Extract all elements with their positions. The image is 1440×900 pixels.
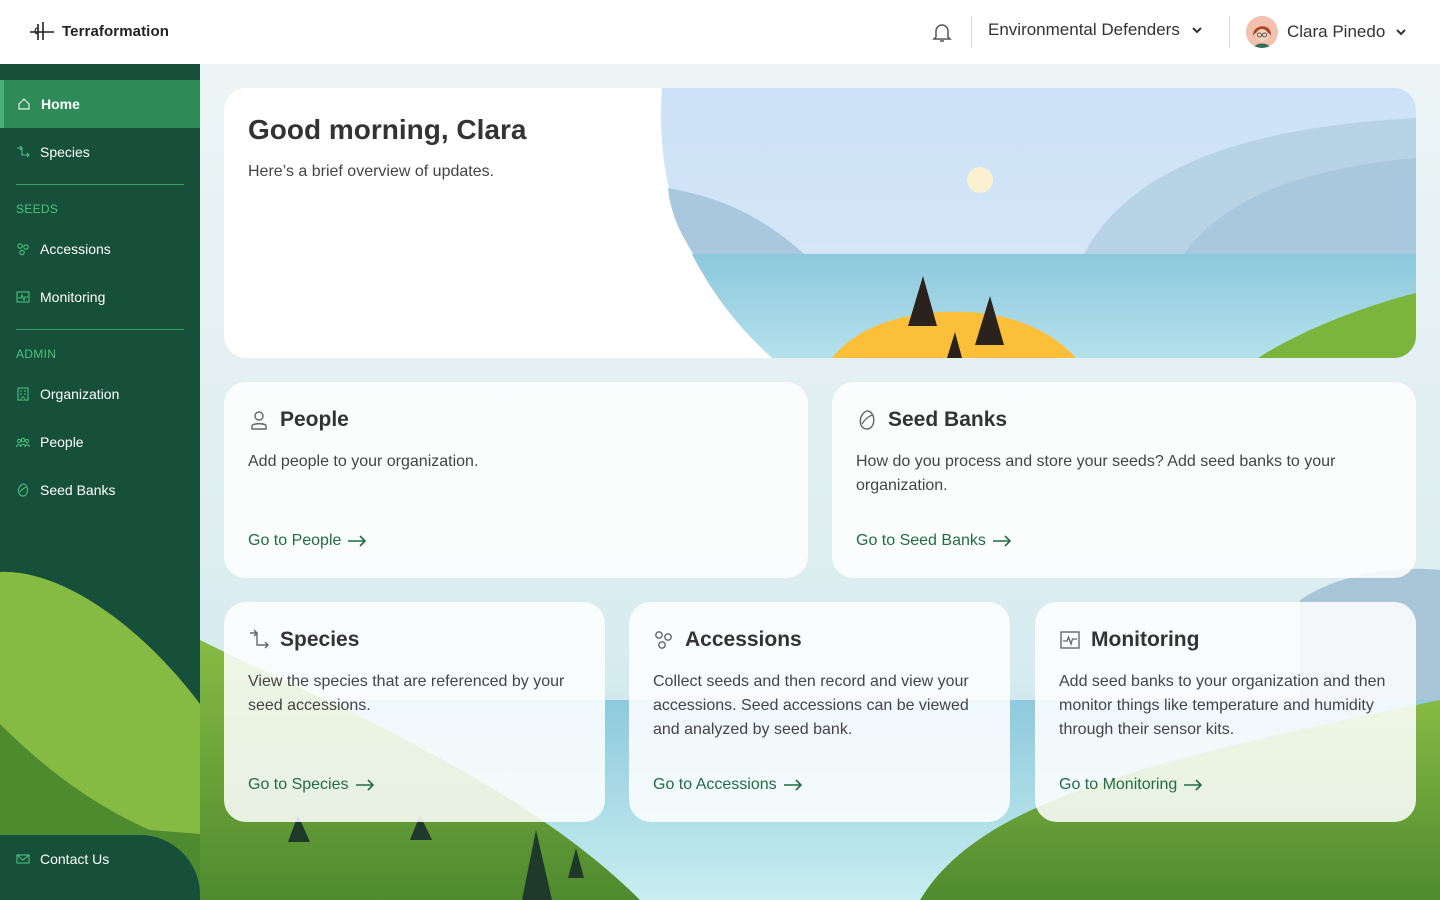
card-title-text: Accessions — [685, 628, 802, 651]
card-description: Add people to your organization. — [248, 453, 479, 470]
sidebar-item-monitoring[interactable]: Monitoring — [0, 273, 200, 321]
terraformation-logo-icon — [30, 22, 54, 40]
card-description: Add seed banks to your organization and … — [1059, 673, 1386, 738]
link-label: Go to Species — [248, 776, 349, 793]
card-title-text: Monitoring — [1091, 628, 1200, 651]
link-label: Go to People — [248, 532, 342, 549]
sidebar-item-label: Monitoring — [40, 289, 106, 305]
arrow-right-icon — [348, 535, 367, 547]
monitoring-icon — [1060, 631, 1080, 649]
sidebar-item-species[interactable]: Species — [0, 128, 200, 176]
welcome-banner: Good morning, Clara Here’s a brief overv… — [224, 88, 1416, 358]
accessions-icon — [17, 243, 29, 256]
monitoring-icon — [16, 291, 30, 303]
card-description: How do you process and store your seeds?… — [856, 453, 1336, 494]
go-to-species-link[interactable]: Go to Species — [248, 776, 375, 794]
sidebar-item-label: Home — [41, 96, 80, 112]
sidebar-item-label: Accessions — [40, 241, 111, 257]
mail-icon — [16, 854, 30, 864]
monitoring-card: Monitoring Add seed banks to your organi… — [1035, 602, 1416, 822]
card-title-text: Species — [280, 628, 360, 651]
card-description: View the species that are referenced by … — [248, 673, 565, 714]
header-divider — [971, 16, 972, 48]
sidebar-item-label: People — [40, 434, 84, 450]
go-to-monitoring-link[interactable]: Go to Monitoring — [1059, 776, 1203, 794]
sidebar-divider — [16, 329, 184, 330]
seed-banks-card: Seed Banks How do you process and store … — [832, 382, 1416, 578]
sidebar-item-label: Species — [40, 144, 90, 160]
user-menu[interactable]: Clara Pinedo — [1246, 16, 1408, 48]
organization-selector[interactable]: Environmental Defenders — [988, 20, 1204, 40]
sidebar-item-seed-banks[interactable]: Seed Banks — [0, 466, 200, 514]
link-label: Go to Monitoring — [1059, 776, 1178, 793]
organization-icon — [17, 387, 29, 401]
arrow-right-icon — [1184, 779, 1203, 791]
card-title: Accessions — [653, 628, 802, 652]
brand-name: Terraformation — [62, 22, 169, 40]
sidebar-item-home[interactable]: Home — [0, 80, 200, 128]
person-icon — [251, 411, 267, 430]
sidebar-item-organization[interactable]: Organization — [0, 370, 200, 418]
brand-logo[interactable]: Terraformation — [28, 20, 169, 42]
sidebar-item-people[interactable]: People — [0, 418, 200, 466]
accessions-card: Accessions Collect seeds and then record… — [629, 602, 1010, 822]
page-subtitle: Here’s a brief overview of updates. — [248, 163, 495, 180]
card-description: Collect seeds and then record and view y… — [653, 673, 969, 738]
species-icon — [250, 629, 269, 649]
sidebar-item-label: Seed Banks — [40, 482, 116, 498]
card-title-text: Seed Banks — [888, 408, 1008, 431]
arrow-right-icon — [992, 535, 1011, 547]
card-title-text: People — [280, 408, 349, 431]
sidebar-item-contact-us[interactable]: Contact Us — [0, 835, 200, 883]
card-title: People — [248, 408, 349, 432]
sidebar-item-label: Organization — [40, 386, 120, 402]
seed-bank-icon — [17, 483, 29, 497]
link-label: Go to Seed Banks — [856, 532, 986, 549]
species-card: Species View the species that are refere… — [224, 602, 605, 822]
go-to-people-link[interactable]: Go to People — [248, 532, 367, 550]
organization-name: Environmental Defenders — [988, 20, 1180, 39]
chevron-down-icon — [1192, 27, 1202, 34]
link-label: Go to Accessions — [653, 776, 777, 793]
species-icon — [17, 145, 30, 158]
sidebar-divider — [16, 184, 184, 185]
sidebar: Home Species SEEDS Accessions Monitoring… — [0, 64, 200, 900]
top-bar: Terraformation Environmental Defenders C… — [0, 0, 1440, 64]
people-card: People Add people to your organization. … — [224, 382, 808, 578]
accessions-icon — [655, 631, 672, 649]
seed-bank-icon — [859, 410, 875, 430]
people-icon — [16, 437, 30, 448]
avatar — [1246, 16, 1278, 48]
sidebar-item-accessions[interactable]: Accessions — [0, 225, 200, 273]
sidebar-item-label: Contact Us — [40, 851, 110, 867]
sidebar-section-admin: ADMIN — [16, 347, 57, 361]
page-title: Good morning, Clara — [248, 114, 527, 145]
go-to-accessions-link[interactable]: Go to Accessions — [653, 776, 803, 794]
card-title: Species — [248, 628, 359, 652]
user-name: Clara Pinedo — [1287, 22, 1386, 41]
header-divider — [1229, 16, 1230, 48]
go-to-seed-banks-link[interactable]: Go to Seed Banks — [856, 532, 1012, 550]
chevron-down-icon — [1396, 29, 1406, 36]
arrow-right-icon — [783, 779, 802, 791]
bell-icon[interactable] — [930, 20, 954, 44]
card-title: Seed Banks — [856, 408, 1007, 432]
arrow-right-icon — [355, 779, 374, 791]
sidebar-section-seeds: SEEDS — [16, 202, 59, 216]
card-title: Monitoring — [1059, 628, 1199, 652]
home-icon — [18, 98, 30, 110]
